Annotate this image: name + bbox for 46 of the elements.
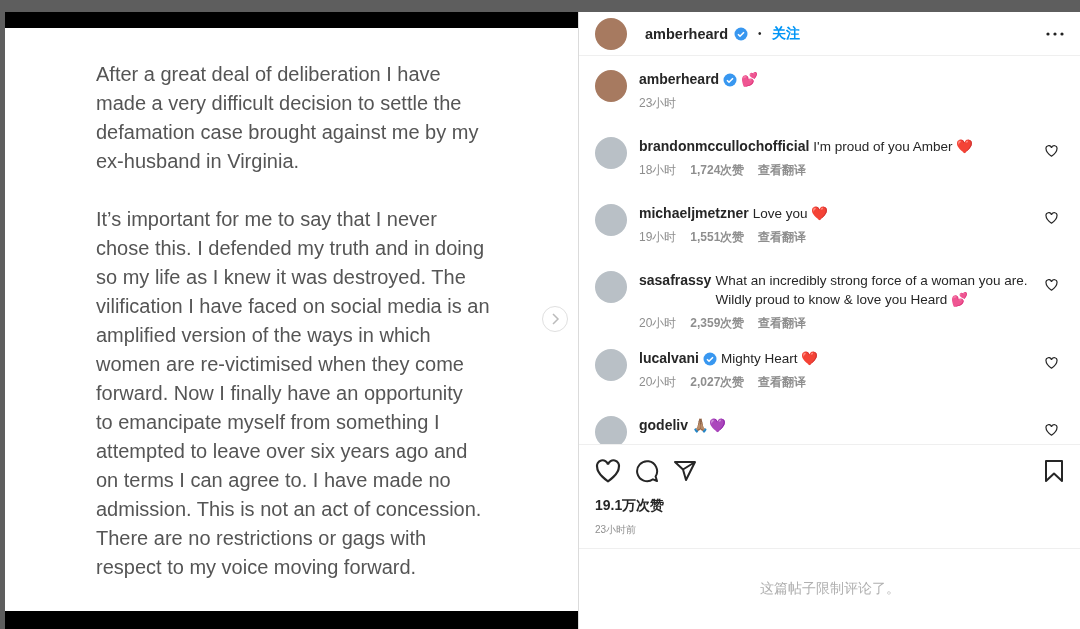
translate-link[interactable]: 查看翻译 <box>758 374 807 391</box>
caption-text: 💕 <box>741 71 759 89</box>
timestamp: 18小时 <box>639 162 677 179</box>
like-icon[interactable] <box>1045 357 1058 369</box>
translate-link[interactable]: 查看翻译 <box>758 315 807 332</box>
like-count[interactable]: 19.1万次赞 <box>595 497 1064 515</box>
username[interactable]: amberheard <box>639 70 720 89</box>
username[interactable]: godeliv <box>639 416 688 435</box>
post-time: 23小时前 <box>595 523 638 537</box>
username[interactable]: brandonmccullochofficial <box>639 137 810 156</box>
like-count[interactable]: 1,551次赞 <box>690 229 745 246</box>
post-paragraph: It’s important for me to say that I never chose this. I defended my truth and in doing so my life as I knew it was destroyed. The vilification I have faced on social media is an amplified version of the ways in which women are re-victimised when they come forward. Now I finally have an opportunity to emancipate myself from something I attempted to leave over six years ago and on terms I can agree to. I have made no admission. This is not an act of concession. There are no restrictions or gags with respect to my voice moving forward. <box>96 206 491 580</box>
like-count[interactable]: 1,724次赞 <box>690 162 745 179</box>
timestamp: 20小时 <box>639 315 677 332</box>
comment-icon[interactable] <box>635 459 659 483</box>
comments-limited-notice: 这篇帖子限制评论了。 <box>758 579 901 598</box>
translate-link[interactable]: 查看翻译 <box>758 229 807 246</box>
bookmark-icon[interactable] <box>1044 459 1064 483</box>
comment-text: 🙏🏽💜 <box>692 417 726 435</box>
like-icon[interactable] <box>1045 279 1058 291</box>
timestamp: 19小时 <box>639 229 677 246</box>
like-icon[interactable] <box>1045 424 1058 436</box>
chevron-right-icon <box>550 313 560 325</box>
comment-text: Mighty Heart ❤ <box>720 350 819 368</box>
more-options-icon[interactable] <box>1046 31 1064 36</box>
like-count[interactable]: 2,359次赞 <box>690 315 745 332</box>
avatar[interactable] <box>595 17 627 50</box>
post-paragraph: After a great deal of deliberation I have made a very difficult decision to settle the defamation case brought against me by my ex-husband in Virginia. <box>96 61 480 174</box>
username[interactable]: amberheard <box>645 25 728 42</box>
username[interactable]: sasafrassy <box>639 271 712 290</box>
translate-link[interactable]: 查看翻译 <box>758 162 807 179</box>
like-icon[interactable] <box>595 459 621 483</box>
like-icon[interactable] <box>1045 145 1058 157</box>
timestamp: 20小时 <box>639 374 677 391</box>
comment-text: What an incredibly strong force of a woman you are. Wildly proud to know & love you Heard 💕 <box>715 272 1029 309</box>
like-icon[interactable] <box>1045 212 1058 224</box>
follow-link[interactable]: 关注 <box>771 24 800 43</box>
avatar[interactable] <box>595 70 627 102</box>
username[interactable]: lucalvani <box>639 349 699 368</box>
comment-text: Love you ❤ <box>752 205 829 223</box>
comment-text: I'm proud of you Amber ❤ <box>813 138 974 156</box>
share-icon[interactable] <box>673 459 697 483</box>
username[interactable]: michaeljmetzner <box>639 204 749 223</box>
separator-dot: • <box>758 28 762 39</box>
timestamp: 23小时 <box>639 95 677 112</box>
like-count[interactable]: 2,027次赞 <box>690 374 745 391</box>
